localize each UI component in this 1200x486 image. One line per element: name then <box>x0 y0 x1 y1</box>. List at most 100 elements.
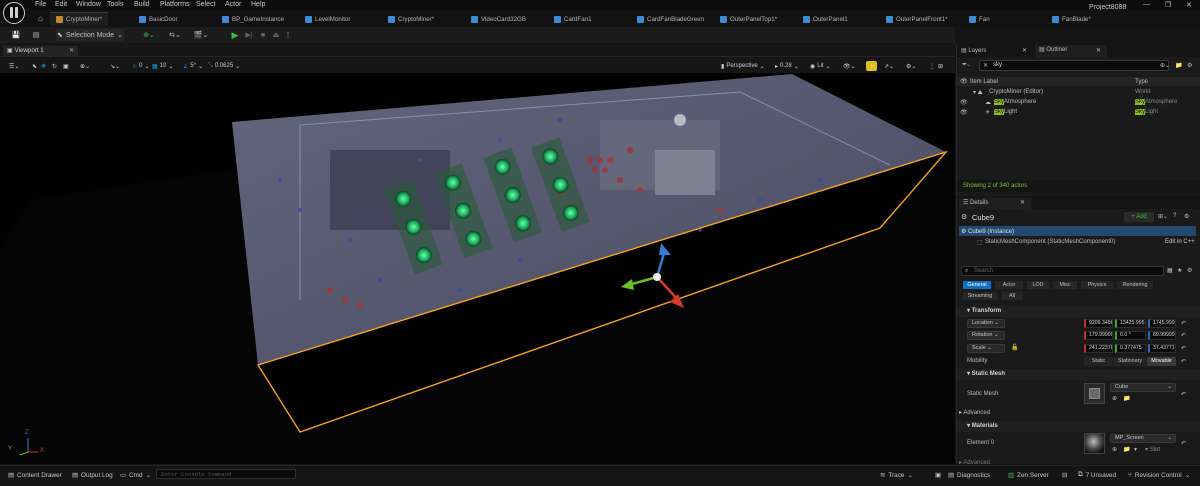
transform-section-header[interactable]: ▾ Transform <box>957 306 1200 317</box>
actor-name[interactable]: Cube9 <box>972 213 994 222</box>
details-options-icon[interactable]: ⚙ <box>1187 267 1192 274</box>
tab-cardfanbladegreen[interactable]: CardFanBladeGreen <box>637 12 704 26</box>
mobility-static[interactable]: Static <box>1084 357 1113 366</box>
menu-window[interactable]: Window <box>76 1 101 8</box>
materials-section-header[interactable]: ▾ Materials <box>957 421 1200 432</box>
realtime-button[interactable]: ⚡ <box>866 61 878 71</box>
select-tool-icon[interactable]: ⬉ <box>32 61 37 71</box>
use-selected-icon[interactable]: ⊕ <box>1112 395 1117 402</box>
material-dropdown[interactable]: MP_Screen ⌄ <box>1110 434 1176 443</box>
details-search-input[interactable]: ⌕ Search <box>961 266 1164 276</box>
menu-actor[interactable]: Actor <box>225 1 241 8</box>
favorites-icon[interactable]: ★ <box>1177 267 1182 274</box>
tab-cardfan1[interactable]: CardFan1 <box>554 12 592 26</box>
rotation-x-field[interactable]: 179.99999 <box>1084 331 1113 340</box>
play-options-icon[interactable]: ⋮ <box>284 29 292 41</box>
add-filter-icon[interactable]: ⊕⌄ <box>1160 62 1170 69</box>
filter-general[interactable]: General <box>963 281 991 289</box>
move-tool-icon[interactable]: ✥ <box>41 61 46 71</box>
level-viewport[interactable]: Z Y X <box>0 73 955 464</box>
filter-lod[interactable]: LOD <box>1027 281 1049 289</box>
maximize-icon[interactable]: ❐ <box>1165 1 1171 9</box>
details-settings-icon[interactable]: ⚙ <box>1184 213 1189 220</box>
content-drawer-button[interactable]: ▤ Content Drawer <box>8 471 62 480</box>
outliner-settings-icon[interactable]: ⚙ <box>1187 62 1192 69</box>
lit-mode-button[interactable]: ◉ Lit ⌄ <box>810 61 831 71</box>
location-dropdown[interactable]: Location ⌄ <box>967 319 1005 328</box>
location-y-field[interactable]: 13425.995 <box>1115 319 1146 328</box>
scale-snap-button[interactable]: ⤡ 0.0625 ⌄ <box>208 61 240 71</box>
filter-physics[interactable]: Physics <box>1081 281 1113 289</box>
instance-row[interactable]: ⚙ Cube9 (Instance) <box>959 226 1196 236</box>
help-icon[interactable]: ? <box>1173 213 1176 219</box>
rotation-dropdown[interactable]: Rotation ⌄ <box>967 331 1005 340</box>
material-more-icon[interactable]: ▾ <box>1134 446 1137 453</box>
reset-material-icon[interactable]: ↶ <box>1181 440 1186 447</box>
unreal-logo-icon[interactable] <box>3 2 25 24</box>
tab-cryptominer-bp[interactable]: CryptoMiner* <box>388 12 434 26</box>
close-tab-icon[interactable]: ✕ <box>69 47 74 54</box>
clear-search-icon[interactable]: ✕ <box>983 62 988 69</box>
home-icon[interactable]: ⌂ <box>38 14 43 23</box>
diagnostics-button[interactable]: ▤ Diagnostics <box>948 471 990 480</box>
static-mesh-section-header[interactable]: ▾ Static Mesh <box>957 369 1200 380</box>
game-view-button[interactable]: ↗⌄ <box>884 61 894 71</box>
outliner-row-skylight[interactable]: 👁 ☀ SkyLight SkyLight <box>957 108 1200 117</box>
scale-x-field[interactable]: 241.22376 <box>1084 344 1113 353</box>
tab-cryptominer[interactable]: CryptoMiner* <box>50 12 109 26</box>
scale-y-field[interactable]: 0.377475 <box>1115 344 1146 353</box>
grid-snap-button[interactable]: ⊹ 0 ⌄ <box>132 61 149 71</box>
reset-mesh-icon[interactable]: ↶ <box>1181 391 1186 398</box>
tab-fanblade[interactable]: FanBlade* <box>1052 12 1091 26</box>
close-layers-icon[interactable]: ✕ <box>1022 47 1027 54</box>
minimize-icon[interactable]: — <box>1143 1 1150 8</box>
viewport-tab[interactable]: ▣ Viewport 1 <box>3 46 78 56</box>
advanced-expander[interactable]: ▸ Advanced <box>959 409 990 416</box>
selection-mode-button[interactable]: ⬉ Selection Mode ⌄ <box>56 29 124 41</box>
step-button[interactable]: ▶| <box>244 29 254 41</box>
static-mesh-thumbnail[interactable] <box>1084 383 1105 404</box>
rotate-tool-icon[interactable]: ↻ <box>52 61 57 71</box>
eject-button[interactable]: ⏏ <box>271 29 281 41</box>
viewport-scene[interactable] <box>0 73 955 464</box>
visibility-toggle-icon[interactable]: 👁 <box>960 99 968 106</box>
close-window-icon[interactable]: ✕ <box>1186 1 1192 9</box>
tab-outerpanel1[interactable]: OuterPanel1 <box>803 12 848 26</box>
filter-all[interactable]: All <box>1001 292 1023 300</box>
material-thumbnail[interactable] <box>1084 433 1105 454</box>
tab-bp-gameinstance[interactable]: BP_GameInstance <box>222 12 284 26</box>
camera-speed-button[interactable]: ▸ 0.28 ⌄ <box>775 61 799 71</box>
add-actor-button[interactable]: ⊕⌄ <box>140 29 158 41</box>
blueprint-icon[interactable]: ⊞⌄ <box>1158 213 1168 220</box>
menu-file[interactable]: File <box>35 1 46 8</box>
rotation-y-field[interactable]: 0.0 ° <box>1115 331 1146 340</box>
rotation-z-field[interactable]: 89.99999 <box>1148 331 1176 340</box>
edit-in-cpp-link[interactable]: Edit in C++ <box>1165 239 1195 245</box>
derived-data-icon[interactable]: ▣ <box>935 471 941 479</box>
perspective-button[interactable]: ▮ Perspective ⌄ <box>721 61 765 71</box>
scale-dropdown[interactable]: Scale ⌄ <box>967 344 1005 353</box>
layout-menu-icon[interactable]: ⋮ <box>929 61 935 71</box>
content-browser-icon[interactable]: ▤ <box>30 29 42 41</box>
filter-streaming[interactable]: Streaming <box>963 292 997 300</box>
surface-snap-icon[interactable]: ↘⌄ <box>110 61 120 71</box>
static-mesh-dropdown[interactable]: Cube ⌄ <box>1110 383 1176 392</box>
cmd-dropdown[interactable]: ▭ Cmd ⌄ <box>120 471 151 480</box>
output-log-button[interactable]: ▤ Output Log <box>72 471 113 480</box>
world-local-icon[interactable]: ⊕⌄ <box>80 61 90 71</box>
show-flags-button[interactable]: 👁⌄ <box>843 61 856 71</box>
property-matrix-icon[interactable]: ▦ <box>1167 267 1173 274</box>
folder-add-icon[interactable]: 📁 <box>1175 62 1182 69</box>
stop-button[interactable]: ■ <box>258 29 268 41</box>
menu-help[interactable]: Help <box>251 1 265 8</box>
reset-rotation-icon[interactable]: ↶ <box>1181 332 1186 339</box>
tab-layers[interactable]: ▤ Layers <box>961 47 986 54</box>
outliner-row-world[interactable]: ▾ ⛰ CryptoMiner (Editor) World <box>957 88 1200 97</box>
browse-material-icon[interactable]: 📁 <box>1123 446 1130 453</box>
filter-icon[interactable]: ⏷⌄ <box>962 62 970 69</box>
location-z-field[interactable]: 1745.9999 <box>1148 319 1176 328</box>
col-item-label[interactable]: Item Label <box>970 79 998 85</box>
tab-basicdoor[interactable]: BasicDoor <box>139 12 178 26</box>
menu-edit[interactable]: Edit <box>55 1 67 8</box>
viewport-settings-icon[interactable]: ⚙⌄ <box>906 61 916 71</box>
